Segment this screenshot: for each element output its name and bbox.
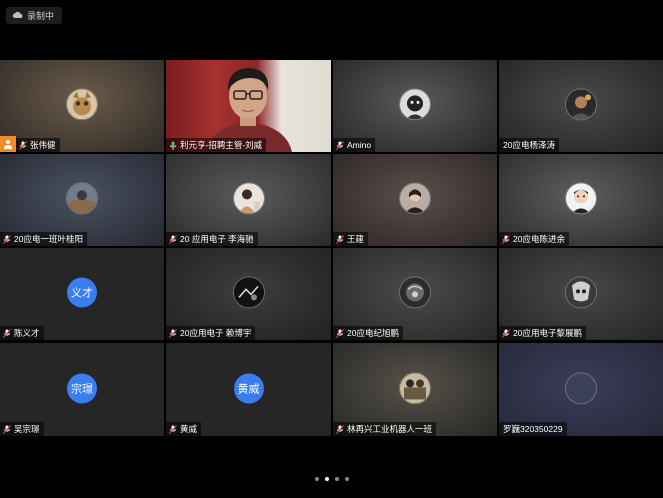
muted-mic-icon (336, 140, 344, 150)
participant-name-bar: 罗巍320350229 (499, 422, 567, 436)
participant-tile[interactable]: 宗璟 吴宗璟 (0, 343, 164, 436)
participant-grid: 张伟健 利元亨-招聘主管-刘威 Amino 20应电杨泽涛 20应电一班叶桂阳 … (0, 60, 663, 436)
participant-tile[interactable]: 林再兴工业机器人一班 (333, 343, 497, 436)
muted-mic-icon (502, 234, 510, 244)
avatar (399, 276, 431, 309)
participant-tile-video[interactable]: 利元亨-招聘主管-刘威 (166, 60, 331, 152)
participant-tile[interactable]: 罗巍320350229 (499, 343, 663, 436)
recording-indicator: 录制中 (6, 7, 63, 24)
participant-tile[interactable]: 20应电一班叶桂阳 (0, 154, 164, 246)
muted-mic-icon (3, 234, 11, 244)
participant-name: 黄威 (180, 424, 198, 434)
participant-name-bar: 20应电纪旭鹏 (333, 326, 403, 340)
participant-name-bar: 黄威 (166, 422, 202, 436)
muted-mic-icon (169, 234, 177, 244)
participant-name-bar: 20应用电子黎展鹏 (499, 326, 586, 340)
avatar (399, 88, 431, 121)
participant-name: 利元亨-招聘主管-刘威 (180, 140, 263, 150)
page-dot-2-active[interactable] (324, 477, 329, 481)
participant-tile[interactable]: 20应电纪旭鹏 (333, 248, 497, 340)
participant-name-bar: 20 应用电子 李海驰 (166, 232, 258, 246)
participant-name: 罗巍320350229 (503, 424, 563, 434)
avatar (399, 182, 431, 215)
participant-tile[interactable]: Amino (333, 60, 497, 152)
participant-name-bar: 20应用电子 赖博宇 (166, 326, 256, 340)
muted-mic-icon (336, 328, 344, 338)
participant-name-bar: Amino (333, 138, 376, 152)
recording-label: 录制中 (27, 11, 55, 21)
avatar (565, 182, 597, 215)
participant-name: 吴宗璟 (14, 424, 40, 434)
participant-name-bar: 吴宗璟 (0, 422, 44, 436)
participant-name: 林再兴工业机器人一班 (347, 424, 433, 434)
participant-tile[interactable]: 20应电陈进余 (499, 154, 663, 246)
avatar (232, 276, 265, 309)
muted-mic-icon (19, 140, 27, 150)
avatar (66, 182, 98, 215)
text-avatar: 义才 (67, 277, 97, 308)
participant-name: 陈义才 (14, 328, 40, 338)
participant-name-bar: 20应电一班叶桂阳 (0, 232, 87, 246)
text-avatar: 宗璟 (67, 373, 97, 403)
participant-name: 20应电纪旭鹏 (347, 328, 399, 338)
avatar (565, 371, 597, 404)
participant-name: 20 应用电子 李海驰 (180, 234, 254, 244)
avatar (399, 371, 431, 404)
participant-name-bar: 林再兴工业机器人一班 (333, 422, 437, 436)
participant-name: 王建 (347, 234, 365, 244)
muted-mic-icon (169, 424, 177, 434)
avatar (565, 276, 597, 309)
participant-name-bar: 王建 (333, 232, 369, 246)
page-indicator (0, 477, 663, 481)
participant-name-bar: 20应电杨泽涛 (499, 138, 559, 152)
mic-on-icon (169, 141, 177, 150)
participant-name: 20应用电子 赖博宇 (180, 328, 252, 338)
participant-tile[interactable]: 王建 (333, 154, 497, 246)
page-dot-1[interactable] (314, 477, 319, 481)
muted-mic-icon (3, 328, 11, 338)
muted-mic-icon (336, 234, 344, 244)
participant-tile[interactable]: 20 应用电子 李海驰 (166, 154, 331, 246)
participant-name-bar: 张伟健 (16, 138, 60, 152)
muted-mic-icon (336, 424, 344, 434)
muted-mic-icon (169, 328, 177, 338)
page-dot-3[interactable] (334, 477, 339, 481)
participant-name: 20应电一班叶桂阳 (14, 234, 83, 244)
avatar (232, 182, 265, 215)
participant-tile[interactable]: 义才 陈义才 (0, 248, 164, 340)
participant-tile[interactable]: 张伟健 (0, 60, 164, 152)
participant-tile[interactable]: 黄威 黄威 (166, 343, 331, 436)
text-avatar: 黄威 (233, 373, 264, 403)
participant-name: Amino (347, 140, 372, 150)
participant-tile[interactable]: 20应电杨泽涛 (499, 60, 663, 152)
muted-mic-icon (502, 328, 510, 338)
participant-name-bar: 20应电陈进余 (499, 232, 569, 246)
cloud-icon (12, 11, 23, 21)
avatar (66, 88, 98, 121)
participant-tile[interactable]: 20应用电子 赖博宇 (166, 248, 331, 340)
host-badge-icon (0, 136, 16, 152)
participant-name: 张伟健 (30, 140, 56, 150)
page-dot-4[interactable] (344, 477, 349, 481)
participant-name: 20应用电子黎展鹏 (513, 328, 582, 338)
participant-name-bar: 利元亨-招聘主管-刘威 (166, 138, 267, 152)
participant-name: 20应电杨泽涛 (503, 140, 555, 150)
participant-tile[interactable]: 20应用电子黎展鹏 (499, 248, 663, 340)
participant-name: 20应电陈进余 (513, 234, 565, 244)
participant-name-bar: 陈义才 (0, 326, 44, 340)
avatar (565, 88, 597, 121)
muted-mic-icon (3, 424, 11, 434)
